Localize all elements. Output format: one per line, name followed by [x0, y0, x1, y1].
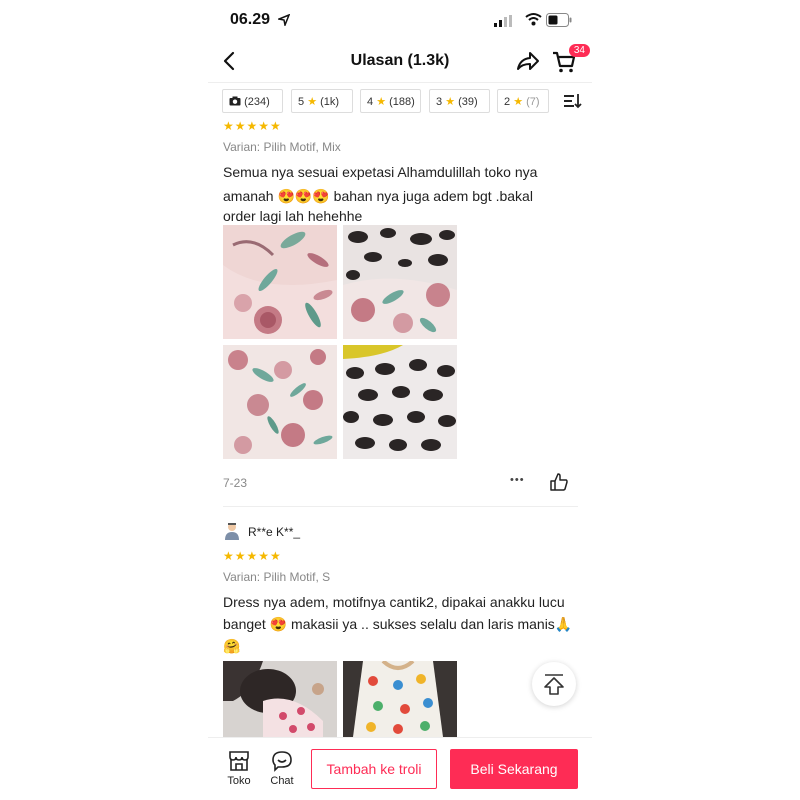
filter-chip-count: (1k): [320, 96, 340, 108]
review-photo[interactable]: [343, 661, 457, 737]
divider: [223, 506, 578, 507]
review-photo[interactable]: [223, 345, 337, 459]
review-text: Semua nya sesuai expetasi Alhamdulillah …: [223, 161, 578, 225]
phone-screen: 06.29 Ulasan (1.3k) 34 (234) 5 ★ (1k) 4 …: [208, 0, 592, 800]
more-options-icon[interactable]: •••: [510, 474, 525, 486]
review-item: ★★★★★ Varian: Pilih Motif, Mix Semua nya…: [223, 119, 578, 225]
review-variant: Varian: Pilih Motif, S: [223, 570, 331, 584]
share-icon[interactable]: [516, 50, 540, 72]
filter-chip-2-star[interactable]: 2 ★ (7): [497, 89, 549, 113]
chat-button[interactable]: Chat: [267, 750, 297, 787]
review-text-line: banget 😍 makasii ya .. sukses selalu dan…: [223, 616, 573, 632]
review-photo[interactable]: [343, 345, 457, 459]
review-user: R**e K**_: [223, 522, 578, 542]
location-arrow-icon: [278, 14, 290, 26]
chat-label: Chat: [270, 775, 294, 787]
battery-icon: [546, 13, 572, 27]
wifi-icon: [525, 13, 542, 26]
status-bar: 06.29: [208, 0, 592, 40]
camera-icon: [229, 96, 241, 106]
filter-chip-count: (7): [526, 96, 540, 108]
buy-now-button[interactable]: Beli Sekarang: [450, 749, 578, 789]
star-icon: ★: [445, 96, 456, 108]
filter-chip-4-star[interactable]: 4 ★ (188): [360, 89, 421, 113]
rating-stars: ★★★★★: [223, 119, 282, 133]
cellular-signal-icon: [494, 15, 512, 27]
reviewer-name: R**e K**_: [248, 525, 301, 539]
thumbs-up-icon[interactable]: [550, 473, 568, 491]
star-icon: ★: [376, 96, 387, 108]
scroll-to-top-button[interactable]: [532, 662, 576, 706]
rating-filter-bar: (234) 5 ★ (1k) 4 ★ (188) 3 ★ (39) 2 ★ (7…: [222, 89, 592, 115]
filter-chip-photos[interactable]: (234): [222, 89, 283, 113]
filter-chip-stars: 3: [436, 96, 443, 108]
avatar-icon: [225, 523, 239, 540]
review-date: 7-23: [223, 476, 248, 490]
filter-chip-count: (188): [389, 96, 415, 108]
rating-stars: ★★★★★: [223, 549, 282, 563]
filter-chip-5-star[interactable]: 5 ★ (1k): [291, 89, 353, 113]
review-photo[interactable]: [343, 225, 457, 339]
shop-button[interactable]: Toko: [224, 750, 254, 787]
sort-icon[interactable]: [564, 93, 582, 109]
arrow-up-icon: [544, 674, 564, 695]
filter-chip-stars: 2: [504, 96, 511, 108]
filter-chip-count: (39): [458, 96, 478, 108]
review-item: R**e K**_ ★★★★★ Varian: Pilih Motif, S D…: [223, 522, 578, 657]
bottom-action-bar: Toko Chat Tambah ke troli Beli Sekarang: [208, 737, 592, 800]
store-icon: [229, 751, 249, 771]
cart-count-badge: 34: [568, 44, 590, 57]
shop-label: Toko: [227, 775, 251, 787]
add-to-cart-button[interactable]: Tambah ke troli: [311, 749, 437, 789]
filter-chip-count: (234): [244, 96, 270, 108]
star-icon: ★: [307, 96, 318, 108]
review-text: Dress nya adem, motifnya cantik2, dipaka…: [223, 591, 578, 657]
review-text-line: Semua nya sesuai expetasi Alhamdulillah …: [223, 164, 538, 180]
review-variant: Varian: Pilih Motif, Mix: [223, 140, 341, 154]
review-text-line: 🤗: [223, 638, 241, 654]
review-text-line: Dress nya adem, motifnya cantik2, dipaka…: [223, 594, 565, 610]
review-photo[interactable]: [223, 225, 337, 339]
status-time: 06.29: [230, 11, 271, 28]
review-text-line: amanah 😍😍😍 bahan nya juga adem bgt .baka…: [223, 188, 533, 204]
filter-chip-stars: 5: [298, 96, 305, 108]
star-icon: ★: [513, 96, 524, 108]
filter-chip-3-star[interactable]: 3 ★ (39): [429, 89, 490, 113]
review-photo[interactable]: [223, 661, 337, 737]
chat-icon: [272, 751, 292, 772]
header: Ulasan (1.3k) 34: [208, 40, 592, 83]
filter-chip-stars: 4: [367, 96, 374, 108]
review-text-line: order lagi lah hehehhe: [223, 208, 363, 224]
